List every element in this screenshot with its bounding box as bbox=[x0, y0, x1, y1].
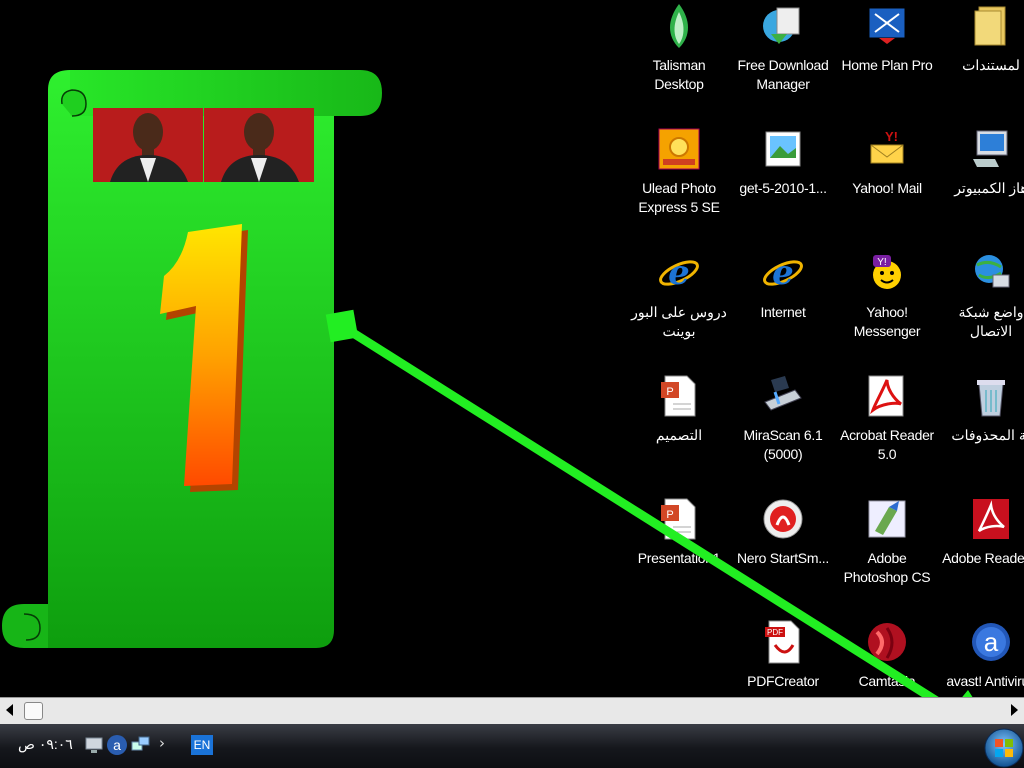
monitor-tray-icon[interactable] bbox=[84, 735, 104, 755]
desktop-icon-area: Talisman Desktop Free Download Manager Hom… bbox=[630, 0, 1024, 697]
tray-clock[interactable]: ٠٩:٠٦ ص bbox=[18, 736, 73, 753]
desktop-icon-label: Yahoo! Messenger bbox=[853, 304, 921, 339]
desktop-icon[interactable]: لة المحذوفات bbox=[939, 372, 1024, 445]
talisman-leaf-icon[interactable] bbox=[655, 2, 703, 50]
portrait-photo bbox=[93, 108, 203, 182]
desktop-icon[interactable]: Adobe Reader 9 bbox=[939, 495, 1024, 568]
desktop-icon-label: Presentation1 bbox=[637, 550, 721, 566]
taskbar: ٠٩:٠٦ ص a › EN bbox=[0, 724, 1024, 768]
desktop-icon[interactable]: P التصميم bbox=[630, 372, 731, 445]
desktop-icon-label: get-5-2010-1... bbox=[739, 180, 827, 196]
desktop-icon[interactable]: PDF PDFCreator bbox=[731, 618, 835, 691]
my-computer-icon[interactable] bbox=[967, 125, 1015, 173]
image-file-icon[interactable] bbox=[759, 125, 807, 173]
svg-text:a: a bbox=[113, 737, 121, 753]
desktop-icon[interactable]: get-5-2010-1... bbox=[731, 125, 835, 198]
network-tray-icon[interactable] bbox=[131, 735, 151, 755]
svg-text:Y!: Y! bbox=[885, 129, 898, 144]
desktop-icon-label: Nero StartSm... bbox=[737, 550, 829, 566]
desktop-icon-label: واضع شبكة الاتصال bbox=[958, 304, 1024, 339]
horizontal-scrollbar[interactable] bbox=[0, 697, 1024, 724]
desktop-icon-label: دروس على البور بوينت bbox=[631, 304, 727, 339]
desktop-icon-label: Home Plan Pro bbox=[841, 57, 933, 73]
nero-icon[interactable] bbox=[759, 495, 807, 543]
desktop-icon-label: Talisman Desktop bbox=[652, 57, 706, 92]
desktop-icon-label: Internet bbox=[760, 304, 806, 320]
slide-number: 1 bbox=[150, 210, 260, 500]
desktop-icon[interactable]: Camtasia bbox=[835, 618, 939, 691]
svg-text:P: P bbox=[666, 386, 673, 398]
desktop-icon[interactable]: Adobe Photoshop CS bbox=[835, 495, 939, 587]
recycle-bin-icon[interactable] bbox=[967, 372, 1015, 420]
acrobat-icon[interactable] bbox=[863, 372, 911, 420]
documents-folder-icon[interactable] bbox=[967, 2, 1015, 50]
avast-tray-icon[interactable]: a bbox=[106, 734, 128, 756]
svg-text:PDF: PDF bbox=[767, 628, 783, 637]
desktop-icon[interactable]: P Presentation1 bbox=[630, 495, 731, 568]
desktop-icon-label: لة المحذوفات bbox=[951, 427, 1024, 443]
powerpoint-file-icon[interactable]: P bbox=[655, 372, 703, 420]
desktop-icon[interactable]: واضع شبكة الاتصال bbox=[939, 249, 1024, 341]
scanner-icon[interactable] bbox=[759, 372, 807, 420]
desktop-icon[interactable]: e دروس على البور بوينت bbox=[630, 249, 731, 341]
desktop-icon-label: التصميم bbox=[655, 427, 703, 443]
pdfcreator-icon[interactable]: PDF bbox=[759, 618, 807, 666]
avast-icon[interactable]: a bbox=[967, 618, 1015, 666]
desktop-icon-label: Yahoo! Mail bbox=[852, 180, 922, 196]
download-manager-icon[interactable] bbox=[759, 2, 807, 50]
desktop-icon[interactable]: Free Download Manager bbox=[731, 2, 835, 94]
desktop-icon-label: avast! Antivirus bbox=[946, 673, 1024, 689]
desktop-icon[interactable]: Nero StartSm... bbox=[731, 495, 835, 568]
powerpoint-file-icon[interactable]: P bbox=[655, 495, 703, 543]
scroll-right-arrow-icon[interactable] bbox=[1011, 704, 1018, 716]
camtasia-icon[interactable] bbox=[863, 618, 911, 666]
network-places-icon[interactable] bbox=[967, 249, 1015, 297]
language-indicator[interactable]: EN bbox=[191, 735, 213, 755]
desktop-icon[interactable]: Talisman Desktop bbox=[630, 2, 731, 94]
desktop-icon[interactable]: Y! Yahoo! Mail bbox=[835, 125, 939, 198]
desktop-icon[interactable]: لمستندات bbox=[939, 2, 1024, 75]
yahoo-mail-icon[interactable]: Y! bbox=[863, 125, 911, 173]
svg-text:Y!: Y! bbox=[877, 257, 886, 268]
desktop-icon[interactable]: Y! Yahoo! Messenger bbox=[835, 249, 939, 341]
desktop-icon-label: Camtasia bbox=[858, 673, 916, 689]
desktop-icon[interactable]: e Internet bbox=[731, 249, 835, 322]
desktop-icon[interactable]: MiraScan 6.1 (5000) bbox=[731, 372, 835, 464]
desktop-icon-label: Ulead Photo Express 5 SE bbox=[638, 180, 720, 215]
desktop-icon-label: Acrobat Reader 5.0 bbox=[840, 427, 934, 462]
svg-text:a: a bbox=[984, 627, 999, 657]
internet-explorer-icon[interactable]: e bbox=[759, 249, 807, 297]
desktop: 1 Talisman Desktop Free Download Manager H… bbox=[0, 0, 1024, 697]
desktop-icon[interactable]: Ulead Photo Express 5 SE bbox=[630, 125, 731, 217]
ulead-photo-icon[interactable] bbox=[655, 125, 703, 173]
svg-text:e: e bbox=[668, 253, 690, 293]
home-plan-icon[interactable] bbox=[863, 2, 911, 50]
desktop-icon-label: هاز الكمبيوتر bbox=[954, 180, 1024, 196]
scroll-left-arrow-icon[interactable] bbox=[6, 704, 13, 716]
tray-expand-chevron-icon[interactable]: › bbox=[159, 734, 165, 752]
scrollbar-thumb[interactable] bbox=[24, 702, 43, 720]
desktop-icon[interactable]: هاز الكمبيوتر bbox=[939, 125, 1024, 198]
adobe-reader-icon[interactable] bbox=[967, 495, 1015, 543]
desktop-icon[interactable]: Acrobat Reader 5.0 bbox=[835, 372, 939, 464]
desktop-icon-label: لمستندات bbox=[962, 57, 1020, 73]
svg-text:P: P bbox=[666, 509, 673, 521]
portrait-photo bbox=[204, 108, 314, 182]
desktop-icon[interactable]: a avast! Antivirus bbox=[939, 618, 1024, 691]
desktop-icon[interactable]: Home Plan Pro bbox=[835, 2, 939, 75]
desktop-icon-label: Adobe Photoshop CS bbox=[843, 550, 931, 585]
start-button-windows-icon[interactable] bbox=[982, 724, 1024, 768]
yahoo-messenger-icon[interactable]: Y! bbox=[863, 249, 911, 297]
photoshop-icon[interactable] bbox=[863, 495, 911, 543]
desktop-icon-label: Free Download Manager bbox=[737, 57, 829, 92]
desktop-icon-label: PDFCreator bbox=[747, 673, 819, 689]
desktop-icon-label: Adobe Reader 9 bbox=[942, 550, 1024, 566]
svg-text:e: e bbox=[772, 253, 794, 293]
ie-shortcut-icon[interactable]: e bbox=[655, 249, 703, 297]
desktop-icon-label: MiraScan 6.1 (5000) bbox=[743, 427, 823, 462]
